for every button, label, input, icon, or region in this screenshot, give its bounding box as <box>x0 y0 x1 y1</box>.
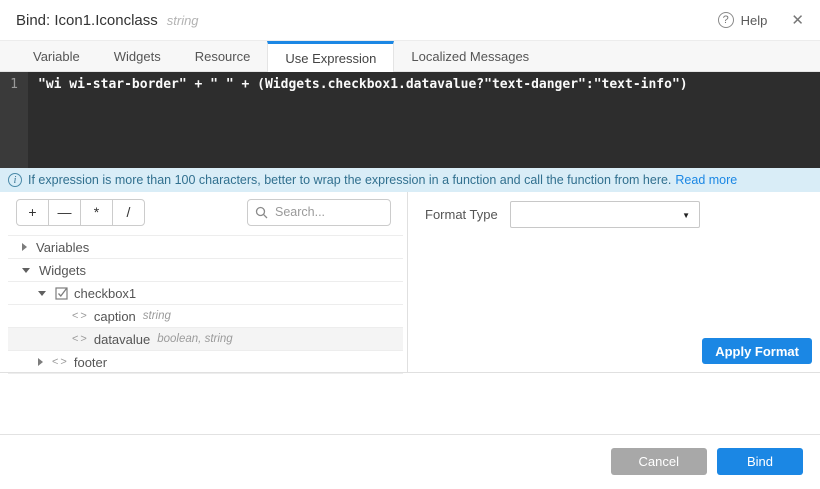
expander-collapsed-icon[interactable] <box>22 243 27 251</box>
expression-code[interactable]: "wi wi-star-border" + " " + (Widgets.che… <box>28 72 688 168</box>
tree-item-label: footer <box>74 355 107 370</box>
expander-collapsed-icon[interactable] <box>38 358 43 366</box>
tree-item-label: checkbox1 <box>74 286 136 301</box>
tab-variable[interactable]: Variable <box>16 41 97 71</box>
read-more-link[interactable]: Read more <box>675 173 737 187</box>
main-area: + — * / Variables <box>0 192 820 373</box>
plus-operator-button[interactable]: + <box>16 199 49 226</box>
format-type-label: Format Type <box>425 207 510 222</box>
help-label: Help <box>741 13 768 28</box>
tree-item-label: datavalue <box>94 332 150 347</box>
help-button[interactable]: ? Help <box>718 12 768 28</box>
help-icon: ? <box>718 12 734 28</box>
expression-editor[interactable]: 1 "wi wi-star-border" + " " + (Widgets.c… <box>0 72 820 168</box>
divide-operator-button[interactable]: / <box>112 199 145 226</box>
search-icon <box>255 206 268 219</box>
format-panel: Format Type ▼ Apply Format <box>408 192 820 373</box>
tree-toolbar: + — * / <box>0 192 407 226</box>
tree-item-widgets[interactable]: Widgets <box>8 259 403 282</box>
property-icon: <> <box>72 310 89 322</box>
search-input[interactable] <box>247 199 391 226</box>
expander-expanded-icon[interactable] <box>22 268 30 273</box>
tab-use-expression[interactable]: Use Expression <box>267 41 394 72</box>
info-bar: i If expression is more than 100 charact… <box>0 168 820 192</box>
editor-gutter: 1 <box>0 72 28 168</box>
tree-item-footer[interactable]: <> footer <box>8 351 403 374</box>
line-number: 1 <box>10 77 18 92</box>
multiply-operator-button[interactable]: * <box>80 199 113 226</box>
tree-item-label: caption <box>94 309 136 324</box>
format-type-select-wrap: ▼ <box>510 201 700 228</box>
property-icon: <> <box>72 333 89 345</box>
tree-item-type: string <box>143 310 171 322</box>
dialog-footer: Cancel Bind <box>0 434 820 489</box>
bind-button[interactable]: Bind <box>717 448 803 475</box>
dialog-header: Bind: Icon1.Iconclass string ? Help ✕ <box>0 0 820 41</box>
tab-bar: Variable Widgets Resource Use Expression… <box>0 41 820 72</box>
format-type-row: Format Type ▼ <box>408 192 820 228</box>
search-box <box>247 199 391 226</box>
info-text: If expression is more than 100 character… <box>28 173 671 187</box>
apply-format-button[interactable]: Apply Format <box>702 338 812 364</box>
info-icon: i <box>8 173 22 187</box>
property-icon: <> <box>52 356 69 368</box>
tree-item-type: boolean, string <box>157 333 232 345</box>
close-icon[interactable]: ✕ <box>791 13 804 28</box>
bind-dialog: Bind: Icon1.Iconclass string ? Help ✕ Va… <box>0 0 820 489</box>
expression-tree-panel: + — * / Variables <box>0 192 408 373</box>
cancel-button[interactable]: Cancel <box>611 448 707 475</box>
minus-operator-button[interactable]: — <box>48 199 81 226</box>
tab-resource[interactable]: Resource <box>178 41 268 71</box>
tree-item-checkbox1[interactable]: checkbox1 <box>8 282 403 305</box>
binding-tree: Variables Widgets checkbox1 <box>8 235 403 374</box>
page-title: Bind: Icon1.Iconclass <box>16 12 158 29</box>
tree-item-datavalue[interactable]: <> datavalue boolean, string <box>8 328 403 351</box>
checkbox-widget-icon <box>55 287 68 300</box>
tree-item-label: Widgets <box>39 263 86 278</box>
tree-item-variables[interactable]: Variables <box>8 236 403 259</box>
operator-group: + — * / <box>16 199 145 226</box>
tab-widgets[interactable]: Widgets <box>97 41 178 71</box>
tab-localized-messages[interactable]: Localized Messages <box>394 41 546 71</box>
tree-item-label: Variables <box>36 240 89 255</box>
title-type-hint: string <box>167 13 199 28</box>
header-actions: ? Help ✕ <box>718 12 804 28</box>
expander-expanded-icon[interactable] <box>38 291 46 296</box>
tree-item-caption[interactable]: <> caption string <box>8 305 403 328</box>
format-type-select[interactable] <box>510 201 700 228</box>
